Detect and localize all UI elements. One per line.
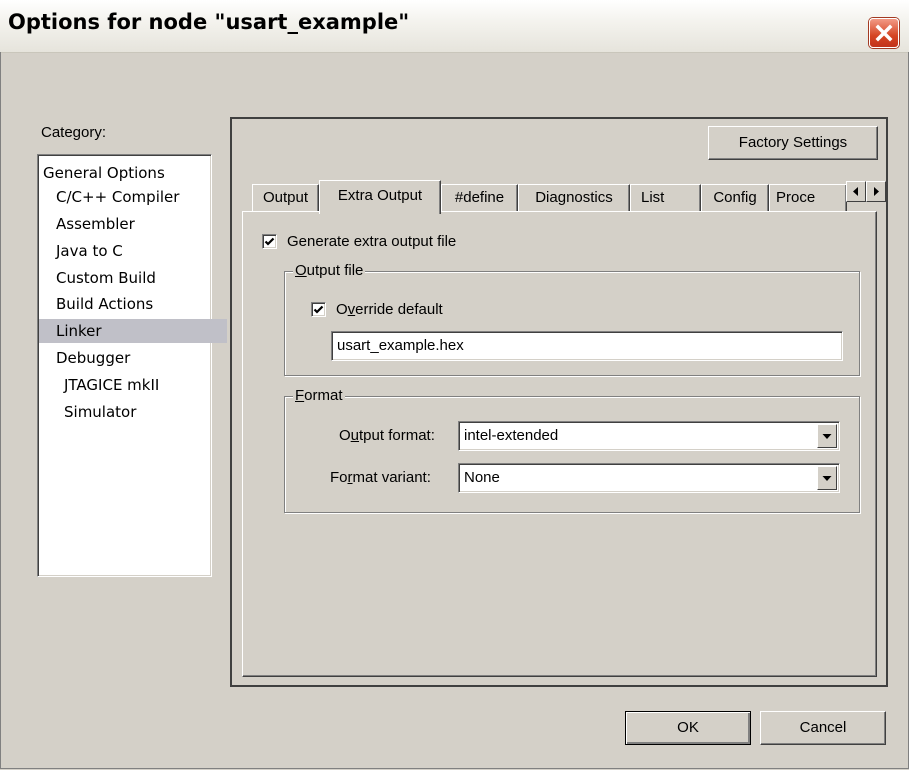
override-default-checkbox[interactable] <box>311 302 326 317</box>
output-format-value: intel-extended <box>464 427 559 444</box>
title-bar: Options for node "usart_example" <box>0 0 909 53</box>
tab-config[interactable]: Config <box>701 184 769 212</box>
tab-output[interactable]: Output <box>252 184 319 212</box>
close-button[interactable] <box>869 18 899 48</box>
tab-list[interactable]: List <box>630 184 701 212</box>
format-variant-label: Format variant: <box>330 469 431 486</box>
arrow-left-icon <box>853 187 858 196</box>
output-format-dropdown-button[interactable] <box>817 424 837 448</box>
tab-extra-output[interactable]: Extra Output <box>319 180 441 214</box>
category-item-assembler[interactable]: Assembler <box>39 212 227 236</box>
format-variant-select[interactable]: None <box>458 463 840 493</box>
category-item-java-to-c[interactable]: Java to C <box>39 239 227 263</box>
category-list: General Options C/C++ Compiler Assembler… <box>37 154 227 577</box>
tab-define[interactable]: #define <box>441 184 518 212</box>
category-item-c-cpp-compiler[interactable]: C/C++ Compiler <box>39 185 227 209</box>
generate-extra-output-label: Generate extra output file <box>287 233 457 250</box>
cancel-button[interactable]: Cancel <box>760 711 886 745</box>
category-item-general-options[interactable]: General Options <box>39 161 214 185</box>
format-group <box>284 396 860 513</box>
category-item-linker[interactable]: Linker <box>39 319 227 343</box>
override-default-label: Override default <box>336 301 443 318</box>
category-item-build-actions[interactable]: Build Actions <box>39 292 227 316</box>
tab-scroll-left-button[interactable] <box>846 181 866 202</box>
category-item-simulator[interactable]: Simulator <box>39 400 235 424</box>
window-title: Options for node "usart_example" <box>8 10 410 34</box>
format-group-label: Format <box>293 387 345 404</box>
arrow-right-icon <box>874 187 879 196</box>
output-format-label: Output format: <box>339 427 435 444</box>
format-variant-value: None <box>464 469 500 486</box>
tab-diagnostics[interactable]: Diagnostics <box>518 184 630 212</box>
category-item-debugger[interactable]: Debugger <box>39 346 227 370</box>
close-icon <box>875 24 893 42</box>
tab-scroll-right-button[interactable] <box>866 181 886 202</box>
category-label: Category: <box>41 124 107 141</box>
check-icon <box>313 305 324 314</box>
output-format-select[interactable]: intel-extended <box>458 421 840 451</box>
output-file-group-label: Output file <box>293 262 366 279</box>
format-variant-dropdown-button[interactable] <box>817 466 837 490</box>
chevron-down-icon <box>822 476 832 481</box>
output-filename-input[interactable]: usart_example.hex <box>331 331 843 361</box>
generate-extra-output-checkbox[interactable] <box>262 234 277 249</box>
category-item-custom-build[interactable]: Custom Build <box>39 266 227 290</box>
category-item-jtagice-mkii[interactable]: JTAGICE mkII <box>39 373 235 397</box>
factory-settings-button[interactable]: Factory Settings <box>708 126 878 160</box>
ok-button[interactable]: OK <box>625 711 751 745</box>
check-icon <box>264 237 275 246</box>
tab-processor[interactable]: Proce <box>769 184 847 212</box>
chevron-down-icon <box>822 434 832 439</box>
